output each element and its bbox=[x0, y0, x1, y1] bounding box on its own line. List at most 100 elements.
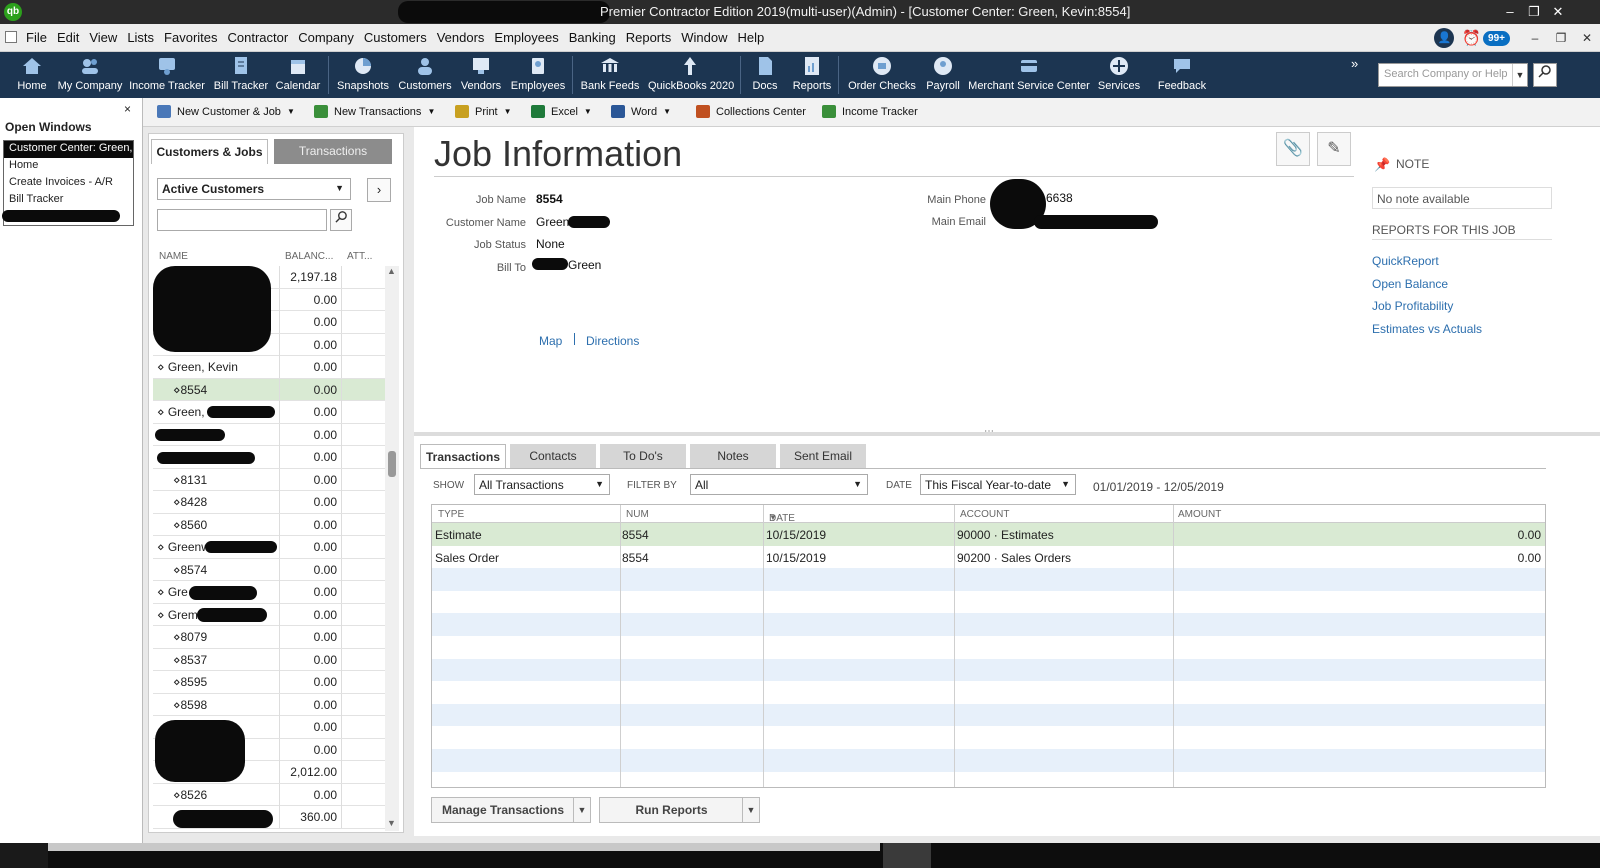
chevron-down-icon[interactable]: ▼ bbox=[504, 107, 512, 116]
toolbar-calendar[interactable]: Calendar bbox=[275, 54, 321, 92]
system-menu-icon[interactable] bbox=[5, 31, 17, 43]
menu-favorites[interactable]: Favorites bbox=[164, 30, 224, 45]
toolbar-vendors[interactable]: Vendors bbox=[458, 54, 504, 92]
customer-list-scrollbar[interactable]: ▲ ▼ bbox=[385, 266, 399, 831]
customer-row[interactable]: ⋄8079 0.00 bbox=[153, 626, 385, 649]
expand-panel-button[interactable]: › bbox=[367, 178, 391, 202]
open-window-item[interactable]: Bill Tracker bbox=[4, 192, 133, 209]
scroll-up-icon[interactable]: ▲ bbox=[387, 266, 396, 276]
column-header-attachments[interactable]: ATT... bbox=[347, 251, 372, 262]
search-button[interactable] bbox=[1533, 63, 1557, 87]
toolbar-income-tracker[interactable]: Income Tracker bbox=[129, 54, 205, 92]
menu-lists[interactable]: Lists bbox=[127, 30, 161, 45]
menu-edit[interactable]: Edit bbox=[57, 30, 86, 45]
toolbar-order-checks[interactable]: Order Checks bbox=[847, 54, 917, 92]
tab-transactions[interactable]: Transactions bbox=[274, 139, 392, 164]
toolbar-quickbooks-2020[interactable]: QuickBooks 2020 bbox=[648, 54, 734, 92]
toolbar-payroll[interactable]: Payroll bbox=[924, 54, 962, 92]
open-window-item[interactable]: Create Invoices - A/R bbox=[4, 175, 133, 192]
toolbar-employees[interactable]: Employees bbox=[510, 54, 566, 92]
close-button[interactable]: ✕ bbox=[1546, 2, 1570, 22]
maximize-button[interactable]: ❐ bbox=[1522, 2, 1546, 22]
open-window-item[interactable]: Home bbox=[4, 158, 133, 175]
estimates-vs-actuals-link[interactable]: Estimates vs Actuals bbox=[1372, 322, 1482, 336]
toolbar-merchant-service-center[interactable]: Merchant Service Center bbox=[967, 54, 1091, 92]
taskbar-start[interactable] bbox=[0, 843, 48, 868]
customer-search-input[interactable] bbox=[157, 209, 327, 231]
menu-help[interactable]: Help bbox=[738, 30, 772, 45]
manage-transactions-button[interactable]: Manage Transactions ▼ bbox=[431, 797, 591, 823]
chevron-down-icon[interactable]: ▼ bbox=[287, 107, 295, 116]
customer-search-button[interactable] bbox=[330, 209, 352, 231]
toolbar-feedback[interactable]: Feedback bbox=[1156, 54, 1208, 92]
tab-contacts[interactable]: Contacts bbox=[510, 444, 596, 468]
mdi-close-button[interactable]: ✕ bbox=[1574, 31, 1600, 45]
customer-row[interactable]: ⋄8537 0.00 bbox=[153, 648, 385, 671]
scroll-down-icon[interactable]: ▼ bbox=[387, 818, 396, 828]
column-header-name[interactable]: NAME bbox=[159, 251, 188, 262]
customer-row[interactable]: ⋄8574 0.00 bbox=[153, 558, 385, 581]
tab-customers-jobs[interactable]: Customers & Jobs bbox=[151, 139, 268, 164]
attach-button[interactable]: 📎 bbox=[1276, 132, 1310, 166]
date-select[interactable]: This Fiscal Year-to-date ▼ bbox=[920, 474, 1076, 495]
menu-employees[interactable]: Employees bbox=[494, 30, 565, 45]
filter-by-select[interactable]: All ▼ bbox=[690, 474, 868, 495]
close-open-windows-button[interactable]: × bbox=[124, 102, 131, 116]
toolbar-my-company[interactable]: My Company bbox=[57, 54, 123, 92]
subbar-income-tracker-button[interactable]: Income Tracker bbox=[822, 105, 918, 118]
subbar-print-button[interactable]: Print ▼ bbox=[455, 105, 512, 118]
transaction-row[interactable]: Sales Order 8554 10/15/2019 90200 · Sales O… bbox=[432, 546, 1545, 569]
subbar-new-transactions-button[interactable]: New Transactions ▼ bbox=[314, 105, 435, 118]
customer-row[interactable]: ⋄8428 0.00 bbox=[153, 491, 385, 514]
map-link[interactable]: Map bbox=[539, 334, 562, 348]
column-header-balance[interactable]: BALANC... bbox=[285, 251, 333, 262]
taskbar-app[interactable] bbox=[883, 843, 931, 868]
alarm-icon[interactable]: ⏰ bbox=[1462, 29, 1481, 47]
menu-vendors[interactable]: Vendors bbox=[437, 30, 492, 45]
subbar-excel-button[interactable]: Excel ▼ bbox=[531, 105, 592, 118]
quickreport-link[interactable]: QuickReport bbox=[1372, 254, 1439, 268]
customer-row[interactable]: ⋄ Gre 0.00 bbox=[153, 581, 385, 604]
tab-todos[interactable]: To Do's bbox=[600, 444, 686, 468]
customer-row[interactable]: ⋄8598 0.00 bbox=[153, 693, 385, 716]
customer-row[interactable]: ⋄8554 0.00 bbox=[153, 378, 385, 401]
column-header-account[interactable]: ACCOUNT bbox=[960, 509, 1009, 520]
run-reports-button[interactable]: Run Reports ▼ bbox=[599, 797, 760, 823]
subbar-new-customer-job-button[interactable]: New Customer & Job ▼ bbox=[157, 105, 295, 118]
notification-badge[interactable]: 99+ bbox=[1483, 30, 1510, 46]
chevron-down-icon[interactable]: ▼ bbox=[584, 107, 592, 116]
note-box[interactable]: No note available bbox=[1372, 187, 1552, 209]
open-balance-link[interactable]: Open Balance bbox=[1372, 277, 1448, 291]
menu-view[interactable]: View bbox=[89, 30, 124, 45]
scroll-thumb[interactable] bbox=[388, 451, 396, 477]
toolbar-customers[interactable]: Customers bbox=[397, 54, 453, 92]
edit-button[interactable]: ✎ bbox=[1317, 132, 1351, 166]
column-header-amount[interactable]: AMOUNT bbox=[1178, 509, 1221, 520]
toolbar-reports[interactable]: Reports bbox=[791, 54, 833, 92]
menu-contractor[interactable]: Contractor bbox=[228, 30, 296, 45]
user-icon[interactable]: 👤 bbox=[1434, 28, 1455, 48]
job-profitability-link[interactable]: Job Profitability bbox=[1372, 299, 1453, 313]
menu-file[interactable]: File bbox=[26, 30, 54, 45]
menu-banking[interactable]: Banking bbox=[569, 30, 623, 45]
toolbar-more-icon[interactable]: » bbox=[1351, 56, 1358, 71]
chevron-down-icon[interactable]: ▼ bbox=[427, 107, 435, 116]
toolbar-snapshots[interactable]: Snapshots bbox=[335, 54, 391, 92]
mdi-minimize-button[interactable]: – bbox=[1522, 31, 1548, 45]
toolbar-home[interactable]: Home bbox=[10, 54, 54, 92]
chevron-down-icon[interactable]: ▼ bbox=[742, 798, 759, 822]
transaction-row[interactable]: Estimate 8554 10/15/2019 90000 · Estimates 0… bbox=[432, 523, 1545, 546]
tab-transactions[interactable]: Transactions bbox=[420, 444, 506, 468]
show-select[interactable]: All Transactions ▼ bbox=[474, 474, 610, 495]
chevron-down-icon[interactable]: ▼ bbox=[573, 798, 590, 822]
toolbar-services[interactable]: Services bbox=[1096, 54, 1142, 92]
mdi-restore-button[interactable]: ❐ bbox=[1548, 31, 1574, 45]
customer-filter-select[interactable]: Active Customers ▼ bbox=[157, 178, 351, 200]
tab-notes[interactable]: Notes bbox=[690, 444, 776, 468]
column-header-num[interactable]: NUM bbox=[626, 509, 649, 520]
directions-link[interactable]: Directions bbox=[586, 334, 639, 348]
search-company-input[interactable]: Search Company or Help bbox=[1378, 63, 1528, 87]
chevron-down-icon[interactable]: ▼ bbox=[663, 107, 671, 116]
customer-row[interactable]: ⋄ Gremminger,0.00 bbox=[153, 603, 385, 626]
toolbar-docs[interactable]: Docs bbox=[749, 54, 781, 92]
